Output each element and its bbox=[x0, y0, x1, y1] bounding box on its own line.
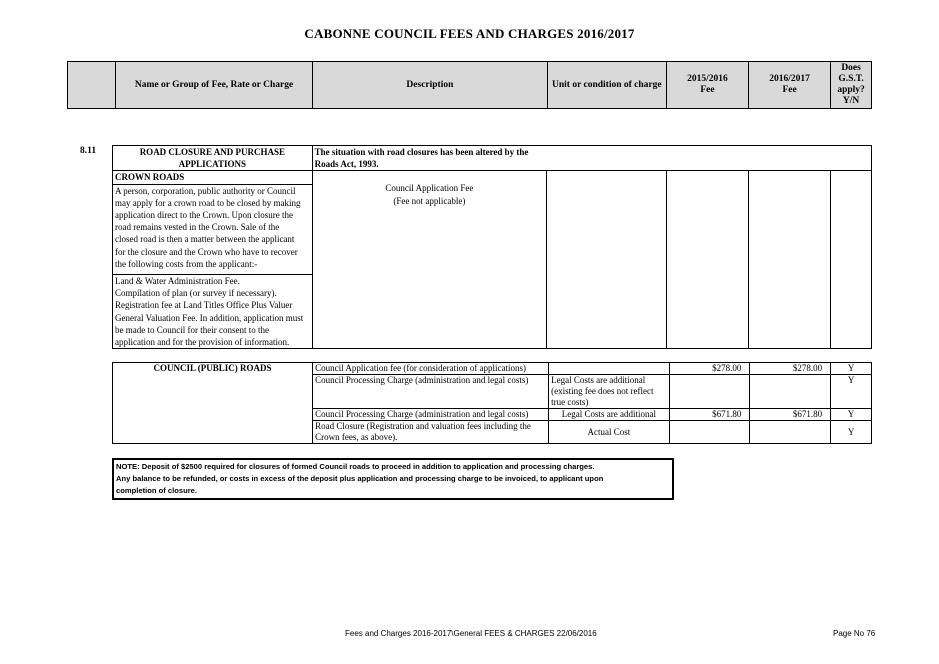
crown-roads-description: Council Application Fee (Fee not applica… bbox=[311, 170, 548, 350]
crown-p1-line: for the closure and the Crown who have t… bbox=[115, 246, 298, 257]
crown-paragraph-1: A person, corporation, public authority … bbox=[112, 183, 313, 276]
crown-p2-line: General Valuation Fee. In addition, appl… bbox=[115, 312, 304, 323]
header-unit-column: Unit or condition of charge bbox=[546, 61, 667, 109]
row-unit: Actual Cost bbox=[548, 420, 670, 444]
note-line3: completion of closure. bbox=[116, 486, 198, 495]
section-empty-cell bbox=[546, 144, 872, 172]
section-name-line1: ROAD CLOSURE AND PURCHASE bbox=[139, 147, 285, 157]
row-gst: Y bbox=[830, 374, 872, 409]
header-gst-column: Does G.S.T. apply? Y/N bbox=[830, 61, 872, 109]
crown-unit-cell bbox=[546, 170, 667, 350]
row-gst: Y bbox=[830, 408, 872, 421]
section-number: 8.11 bbox=[80, 146, 97, 156]
header-fee-2015-column: 2015/2016 Fee bbox=[665, 61, 750, 109]
header-fee-2015-line1: 2015/2016 bbox=[687, 74, 728, 84]
crown-p2-line: Land & Water Administration Fee. bbox=[115, 276, 240, 287]
crown-p1-line: A person, corporation, public authority … bbox=[115, 185, 296, 196]
row-fee-2015: $671.80 bbox=[668, 408, 751, 421]
section-desc-line2: Roads Act, 1993. bbox=[314, 159, 379, 170]
row-unit-line2: (existing fee does not reflect bbox=[551, 386, 654, 396]
row-fee-2016 bbox=[749, 374, 832, 409]
row-fee-2016 bbox=[749, 420, 832, 444]
crown-paragraph-2: Land & Water Administration Fee. Compila… bbox=[112, 274, 313, 350]
header-gst-line3: apply? bbox=[837, 85, 865, 95]
header-gst-line1: Does bbox=[841, 63, 861, 73]
crown-p2-line: application and for the provision of inf… bbox=[115, 337, 290, 348]
header-fee-2015-line2: Fee bbox=[700, 85, 715, 95]
row-description: Council Processing Charge (administratio… bbox=[312, 374, 550, 409]
crown-desc-line1: Council Application Fee bbox=[385, 183, 474, 194]
header-gst-line4: Y/N bbox=[842, 96, 860, 106]
row-unit-line3: true costs) bbox=[551, 397, 589, 407]
section-description-cell: The situation with road closures has bee… bbox=[311, 144, 547, 172]
row-fee-2016: $278.00 bbox=[749, 362, 832, 375]
crown-p2-line: Registration fee at Land Titles Office P… bbox=[115, 300, 293, 311]
column-header-table: Name or Group of Fee, Rate or Charge Des… bbox=[67, 61, 872, 109]
page-title: CABONNE COUNCIL FEES AND CHARGES 2016/20… bbox=[304, 26, 635, 41]
row-description: Council Application fee (for considerati… bbox=[312, 362, 550, 375]
crown-p2-line: Compilation of plan (or survey if necess… bbox=[115, 288, 277, 299]
row-unit bbox=[548, 362, 670, 375]
row-fee-2016: $671.80 bbox=[749, 408, 832, 421]
row-desc-line2: Crown fees, as above). bbox=[315, 432, 398, 442]
table-row: COUNCIL (PUBLIC) ROADS Council Applicati… bbox=[111, 362, 872, 444]
row-fee-2015 bbox=[668, 420, 751, 444]
row-unit: Legal Costs are additional (existing fee… bbox=[548, 374, 670, 409]
crown-p2-line: be made to Council for their consent to … bbox=[115, 324, 269, 335]
note-line2: Any balance to be refunded, or costs in … bbox=[116, 474, 604, 483]
crown-fee-2015-cell bbox=[665, 170, 750, 350]
crown-p1-line: application direct to the Crown. Upon cl… bbox=[115, 210, 293, 221]
header-name-column: Name or Group of Fee, Rate or Charge bbox=[114, 61, 314, 109]
header-fee-2016-line2: Fee bbox=[782, 85, 797, 95]
header-gst-line2: G.S.T. bbox=[838, 74, 864, 84]
note-line1: NOTE: Deposit of $2500 required for clos… bbox=[116, 462, 595, 471]
header-fee-2016-line1: 2016/2017 bbox=[769, 74, 810, 84]
row-unit: Legal Costs are additional bbox=[548, 408, 670, 421]
council-roads-table: COUNCIL (PUBLIC) ROADS Council Applicati… bbox=[111, 362, 872, 444]
header-fee-2016-column: 2016/2017 Fee bbox=[748, 61, 832, 109]
section-desc-line1: The situation with road closures has bee… bbox=[314, 147, 529, 157]
row-description: Road Closure (Registration and valuation… bbox=[312, 420, 550, 444]
section-name-line2: APPLICATIONS bbox=[178, 159, 246, 170]
crown-p1-line: road remains vested in the Crown. Sale o… bbox=[115, 222, 280, 233]
row-fee-2015 bbox=[668, 374, 751, 409]
row-fee-2015: $278.00 bbox=[668, 362, 751, 375]
section-name-cell: ROAD CLOSURE AND PURCHASE APPLICATIONS bbox=[112, 144, 313, 172]
road-closure-table: ROAD CLOSURE AND PURCHASE APPLICATIONS T… bbox=[112, 144, 872, 350]
row-description: Council Processing Charge (administratio… bbox=[312, 408, 550, 421]
row-gst: Y bbox=[830, 362, 872, 375]
row-gst: Y bbox=[830, 420, 872, 444]
crown-gst-cell bbox=[830, 170, 872, 350]
crown-roads-heading: CROWN ROADS bbox=[112, 170, 313, 185]
row-desc-line1: Road Closure (Registration and valuation… bbox=[315, 421, 531, 431]
row-unit-line1: Legal Costs are additional bbox=[551, 375, 646, 385]
crown-p1-line: the following costs from the applicant:- bbox=[115, 258, 258, 269]
footer-page-number: Page No 76 bbox=[833, 629, 876, 638]
footer-file-path: Fees and Charges 2016-2017\General FEES … bbox=[345, 629, 597, 638]
crown-fee-2016-cell bbox=[748, 170, 832, 350]
crown-p1-line: closed road is then a matter between the… bbox=[115, 234, 295, 245]
deposit-note: NOTE: Deposit of $2500 required for clos… bbox=[112, 458, 674, 500]
header-blank-cell bbox=[67, 61, 116, 109]
crown-desc-line2: (Fee not applicable) bbox=[393, 195, 466, 206]
council-roads-heading: COUNCIL (PUBLIC) ROADS bbox=[111, 362, 314, 444]
header-description-column: Description bbox=[312, 61, 548, 109]
crown-p1-line: may apply for a crown road to be closed … bbox=[115, 197, 301, 208]
